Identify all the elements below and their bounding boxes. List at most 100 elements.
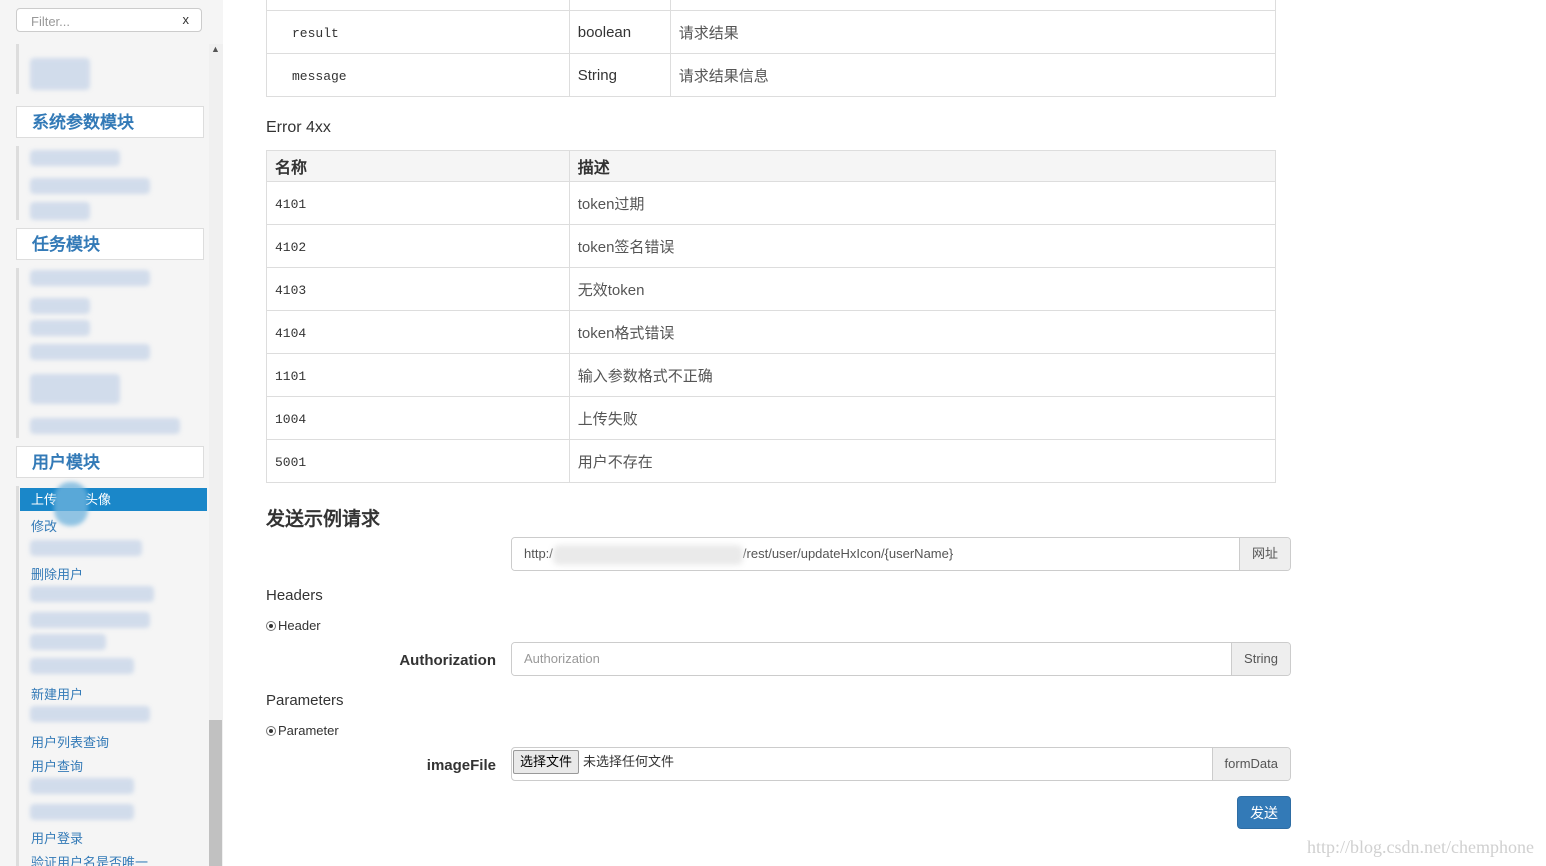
filter-input[interactable]	[29, 12, 183, 30]
error-desc: 输入参数格式不正确	[568, 353, 1277, 397]
redacted-region	[30, 778, 134, 794]
redacted-region	[30, 804, 134, 820]
sidebar-section-user[interactable]: 用户模块	[16, 446, 204, 478]
redacted-region	[30, 658, 134, 674]
image-file-type-addon: formData	[1211, 748, 1290, 780]
watermark: http://blog.csdn.net/chemphone	[1307, 837, 1534, 857]
redacted-region	[30, 58, 90, 90]
redacted-region	[30, 178, 150, 194]
redacted-region	[30, 418, 180, 434]
redacted-region	[30, 540, 142, 556]
authorization-label: Authorization	[399, 652, 496, 669]
image-file-label: imageFile	[426, 757, 496, 774]
url-input[interactable]: http:/ /rest/user/updateHxIcon/{userName}	[512, 538, 1239, 570]
error-code: 5001	[275, 454, 307, 470]
error-code: 1004	[275, 411, 307, 427]
error-desc: token格式错误	[568, 310, 1277, 354]
scroll-up-arrow-icon[interactable]: ▲	[211, 44, 220, 54]
sidebar-item-user-list[interactable]: 用户列表查询	[31, 732, 109, 751]
url-input-group: http:/ /rest/user/updateHxIcon/{userName}…	[511, 537, 1291, 571]
radio-selected-icon	[266, 620, 276, 631]
redacted-region	[30, 344, 150, 360]
sidebar: x ▲ 系统参数模块 任务模块 用户模块 上传头像 修改 删除用户 新建用户 用…	[0, 0, 223, 866]
error-code: 4104	[275, 325, 307, 341]
sidebar-section-task[interactable]: 任务模块	[16, 228, 204, 260]
param-desc: 请求结果信息	[669, 53, 1277, 97]
column-header-desc: 描述	[568, 150, 1277, 182]
sidebar-guide-line	[16, 44, 19, 94]
file-status-text: 未选择任何文件	[583, 754, 675, 769]
column-header-name: 名称	[266, 150, 570, 182]
authorization-type-addon: String	[1231, 643, 1290, 675]
table-row: message String 请求结果信息	[266, 53, 1277, 97]
radio-label: Header	[278, 618, 321, 633]
table-row: 4104 token格式错误	[266, 310, 1277, 354]
clear-filter-icon[interactable]: x	[183, 12, 190, 27]
redacted-region	[30, 586, 154, 602]
redacted-region	[30, 374, 120, 404]
redacted-region	[30, 320, 90, 336]
choose-file-button[interactable]: 选择文件	[513, 750, 580, 774]
sidebar-guide-line	[16, 486, 19, 866]
sidebar-scroll-thumb[interactable]	[209, 720, 222, 866]
sidebar-item-user-login[interactable]: 用户登录	[31, 828, 83, 847]
table-header-row: 名称 描述	[266, 150, 1277, 182]
image-file-input-group: 选择文件 未选择任何文件 formData	[511, 747, 1291, 781]
url-prefix: http:/	[524, 546, 553, 561]
sidebar-item-user-query[interactable]: 用户查询	[31, 756, 83, 775]
redacted-region	[30, 612, 150, 628]
radio-selected-icon	[266, 725, 276, 736]
sidebar-guide-line	[16, 268, 19, 438]
table-row: result boolean 请求结果	[266, 10, 1277, 54]
sample-request-title: 发送示例请求	[266, 509, 381, 530]
sidebar-item-check-username[interactable]: 验证用户名是否唯一	[31, 852, 148, 866]
redacted-region	[30, 298, 90, 314]
error-desc: 无效token	[568, 267, 1277, 311]
sidebar-item-upload-avatar[interactable]: 上传 头像	[20, 488, 207, 511]
sidebar-section-system-params[interactable]: 系统参数模块	[16, 106, 204, 138]
redacted-region	[30, 634, 106, 650]
error-code: 1101	[275, 368, 307, 384]
sidebar-item-create-user[interactable]: 新建用户	[31, 684, 83, 703]
sidebar-guide-line	[16, 146, 19, 220]
authorization-input-group: String	[511, 642, 1291, 676]
main-content: result boolean 请求结果 message String 请求结果信…	[223, 0, 1546, 866]
parameters-title: Parameters	[266, 692, 344, 709]
table-row: 4101 token过期	[266, 181, 1277, 225]
send-button[interactable]: 发送	[1237, 796, 1291, 829]
error-code: 4102	[275, 239, 307, 255]
authorization-input[interactable]	[512, 643, 1232, 675]
param-type: boolean	[568, 10, 671, 54]
redacted-region	[30, 202, 90, 220]
error-code: 4103	[275, 282, 307, 298]
error-desc: token签名错误	[568, 224, 1277, 268]
error-code: 4101	[275, 196, 307, 212]
redacted-region	[30, 150, 120, 166]
parameter-radio[interactable]: Parameter	[266, 723, 339, 738]
redacted-host	[552, 544, 743, 565]
response-params-table: result boolean 请求结果 message String 请求结果信…	[266, 0, 1277, 97]
table-row: 4103 无效token	[266, 267, 1277, 311]
param-name: message	[292, 68, 347, 84]
table-row: 5001 用户不存在	[266, 439, 1277, 483]
error-desc: token过期	[568, 181, 1277, 225]
sidebar-item-delete-user[interactable]: 删除用户	[31, 564, 83, 583]
param-name: result	[292, 25, 339, 41]
sidebar-item-label-tail: 头像	[85, 492, 112, 507]
error-codes-table: 名称 描述 4101 token过期 4102 token签名错误 4103 无效to…	[266, 150, 1277, 483]
filter-box: x	[16, 8, 202, 32]
error-desc: 上传失败	[568, 396, 1277, 440]
header-radio[interactable]: Header	[266, 618, 321, 633]
table-row	[266, 0, 1277, 11]
table-row: 4102 token签名错误	[266, 224, 1277, 268]
headers-title: Headers	[266, 587, 323, 604]
sidebar-item-modify[interactable]: 修改	[31, 516, 57, 535]
param-type: String	[568, 53, 671, 97]
error-section-title: Error 4xx	[266, 119, 331, 136]
redacted-region	[30, 270, 150, 286]
error-desc: 用户不存在	[568, 439, 1277, 483]
url-suffix: /rest/user/updateHxIcon/{userName}	[742, 546, 954, 561]
table-row: 1101 输入参数格式不正确	[266, 353, 1277, 397]
redacted-region	[30, 706, 150, 722]
radio-label: Parameter	[278, 723, 339, 738]
